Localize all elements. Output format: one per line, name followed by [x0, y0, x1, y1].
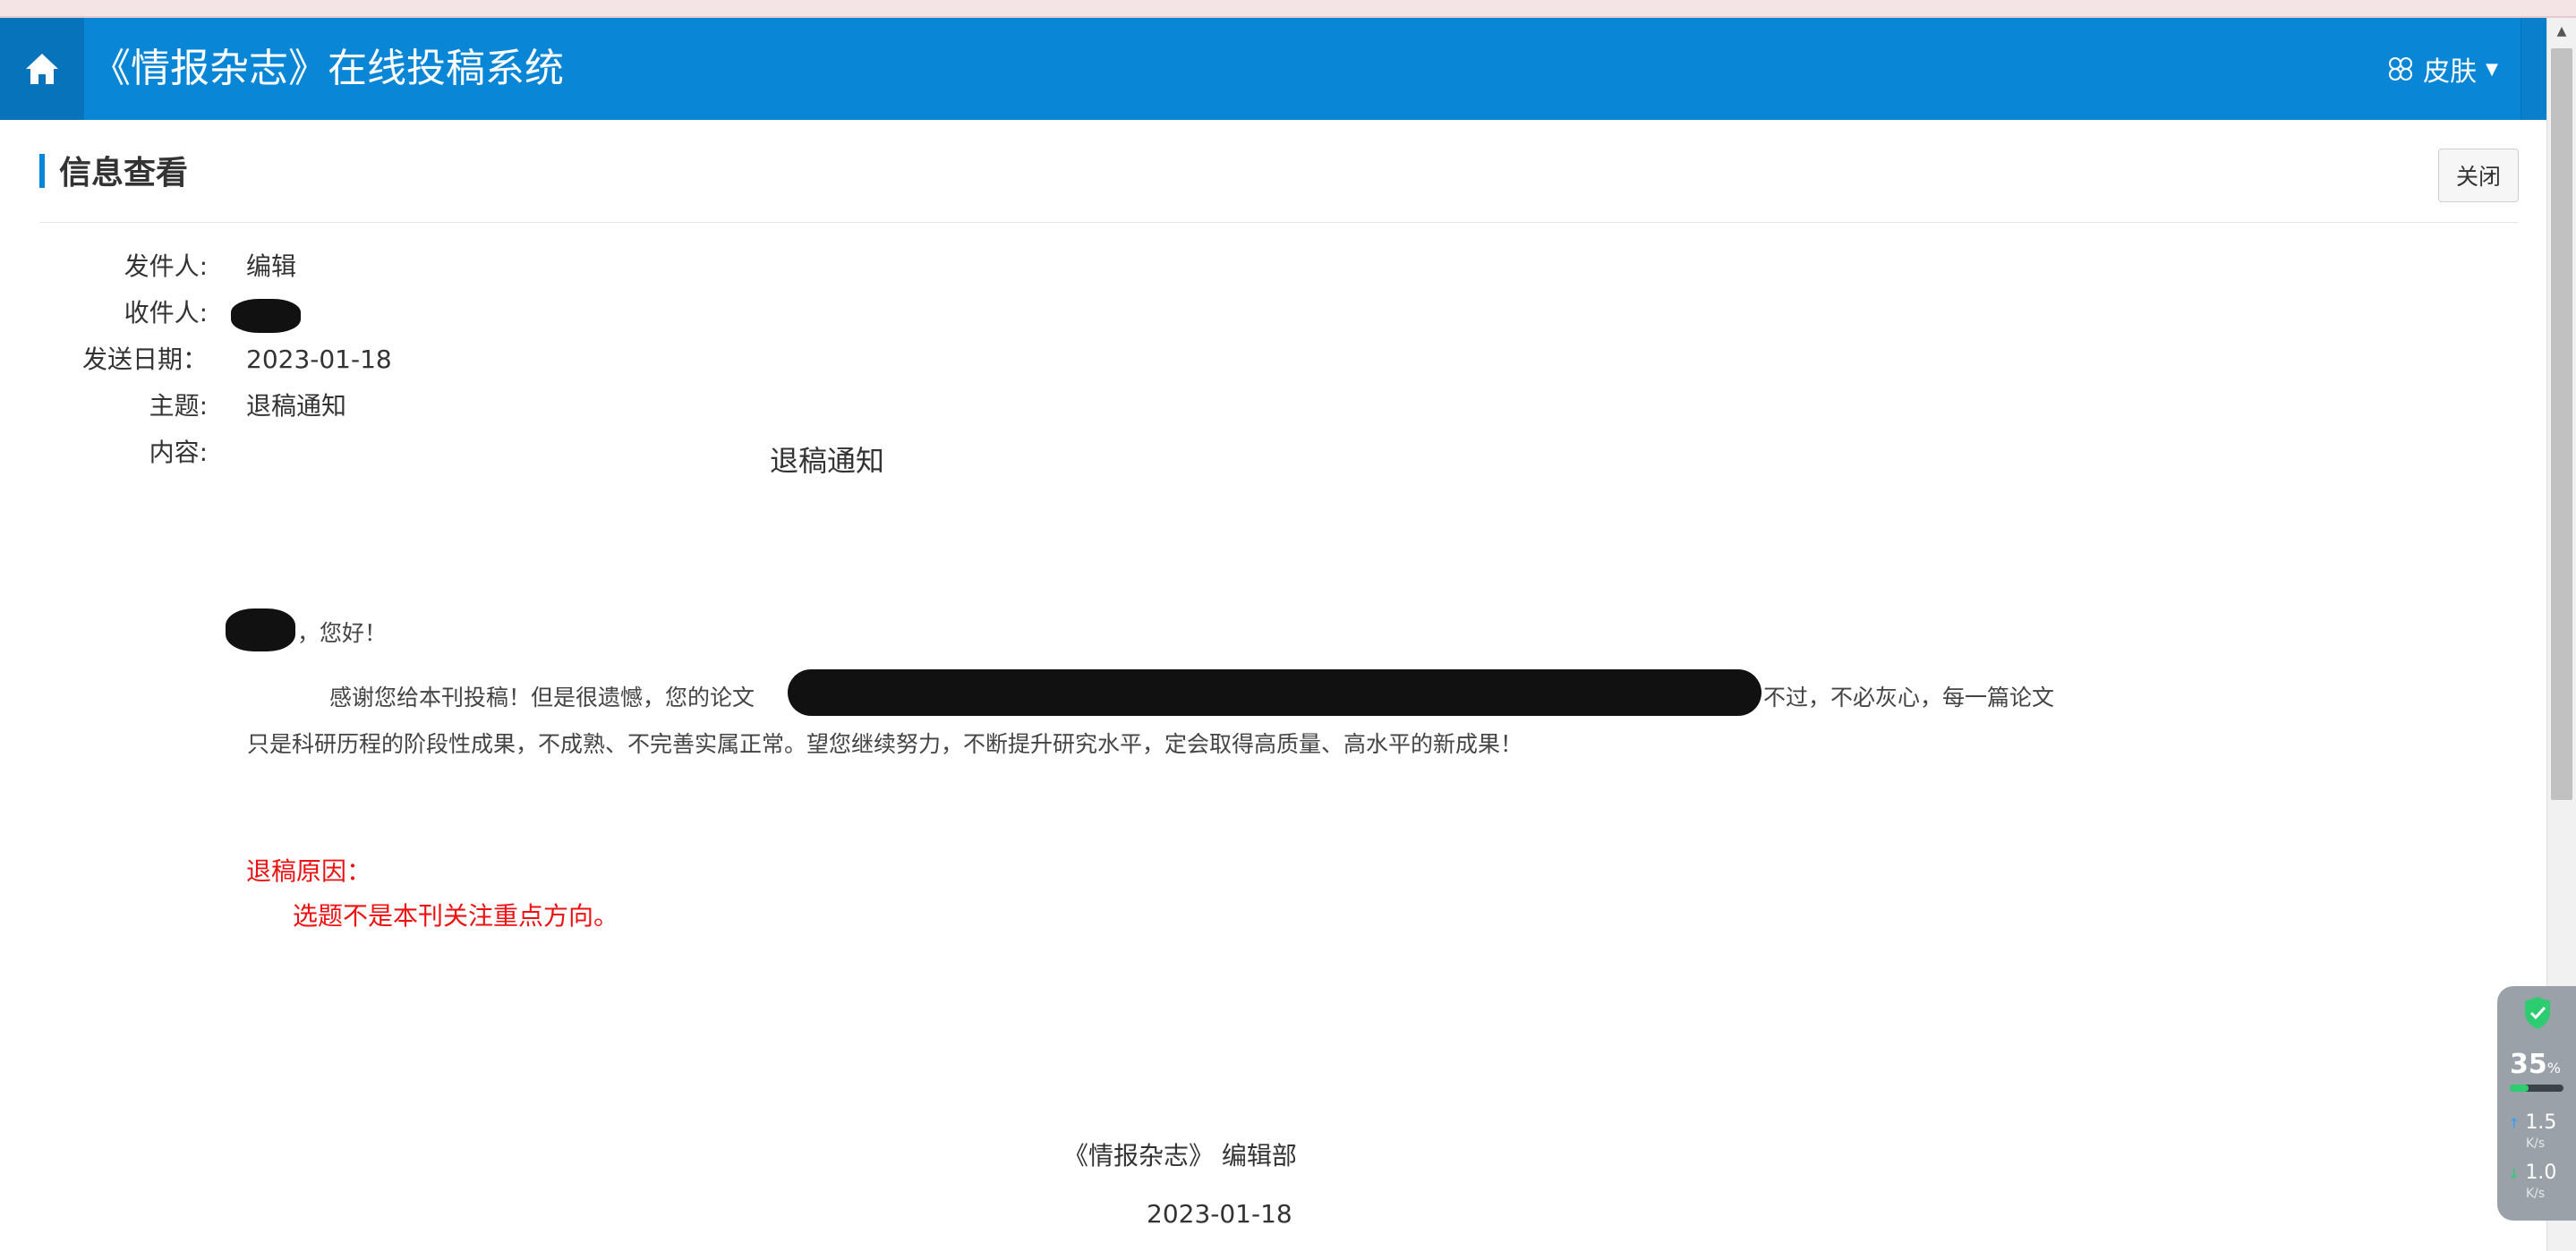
- browser-top-strip: [0, 0, 2576, 18]
- recipient-label: 收件人:: [124, 298, 208, 328]
- caret-down-icon: ▼: [2486, 59, 2498, 79]
- paper-title-redacted: [788, 669, 1761, 716]
- reject-reason-text: 选题不是本刊关注重点方向。: [293, 901, 619, 931]
- notice-title: 退稿通知: [770, 444, 885, 478]
- home-icon: [26, 54, 58, 84]
- reject-reason-label: 退稿原因：: [246, 856, 372, 886]
- skin-icon: [2389, 57, 2413, 81]
- sender-label: 发件人:: [124, 251, 208, 281]
- skin-menu-button[interactable]: 皮肤 ▼: [2387, 18, 2498, 120]
- heading-accent-bar: [39, 154, 45, 188]
- home-button[interactable]: [0, 18, 84, 120]
- date-value: 2023-01-18: [246, 345, 392, 374]
- cpu-percent: 35%: [2510, 1049, 2561, 1080]
- subject-value: 退稿通知: [246, 391, 347, 421]
- skin-label: 皮肤: [2423, 56, 2478, 88]
- download-arrow-icon: ↓: [2508, 1165, 2521, 1182]
- content-label: 内容:: [149, 438, 208, 467]
- scroll-thumb[interactable]: [2551, 48, 2572, 800]
- app-title: 《情报杂志》在线投稿系统: [91, 46, 564, 91]
- upload-speed: ↑ 1.5 K/s: [2508, 1111, 2557, 1152]
- download-speed: ↓ 1.0 K/s: [2508, 1162, 2557, 1202]
- letter-para2: 只是科研历程的阶段性成果，不成熟、不完善实属正常。望您继续努力，不断提升研究水平…: [247, 731, 1523, 757]
- cpu-meter: [2510, 1085, 2563, 1092]
- letter-para1-start: 感谢您给本刊投稿！但是很遗憾，您的论文: [329, 685, 755, 711]
- signature-office: 《情报杂志》 编辑部: [1063, 1141, 1297, 1170]
- app-header: 《情报杂志》在线投稿系统 皮肤 ▼: [0, 18, 2546, 120]
- header-right-edge: [2521, 18, 2546, 120]
- page-heading-row: 信息查看 关闭: [39, 149, 2519, 223]
- recipient-redacted: [231, 299, 301, 343]
- security-shield-icon: [2525, 997, 2550, 1029]
- letter-para1-end: 不过，不必灰心，每一篇论文: [1763, 685, 2055, 711]
- greeting-redacted: [226, 608, 295, 651]
- close-button[interactable]: 关闭: [2438, 149, 2519, 202]
- date-label: 发送日期：: [81, 345, 208, 374]
- letter-greeting: ，您好！: [297, 620, 388, 646]
- sender-value: 编辑: [246, 251, 297, 281]
- scroll-up-arrow-icon[interactable]: ▲: [2547, 18, 2576, 45]
- page-title: 信息查看: [59, 155, 189, 191]
- signature-date: 2023-01-18: [1147, 1199, 1292, 1229]
- subject-label: 主题:: [149, 391, 208, 421]
- upload-arrow-icon: ↑: [2508, 1115, 2521, 1132]
- system-monitor-widget[interactable]: 35% ↑ 1.5 K/s ↓ 1.0 K/s: [2497, 986, 2576, 1221]
- cpu-meter-fill: [2510, 1085, 2529, 1092]
